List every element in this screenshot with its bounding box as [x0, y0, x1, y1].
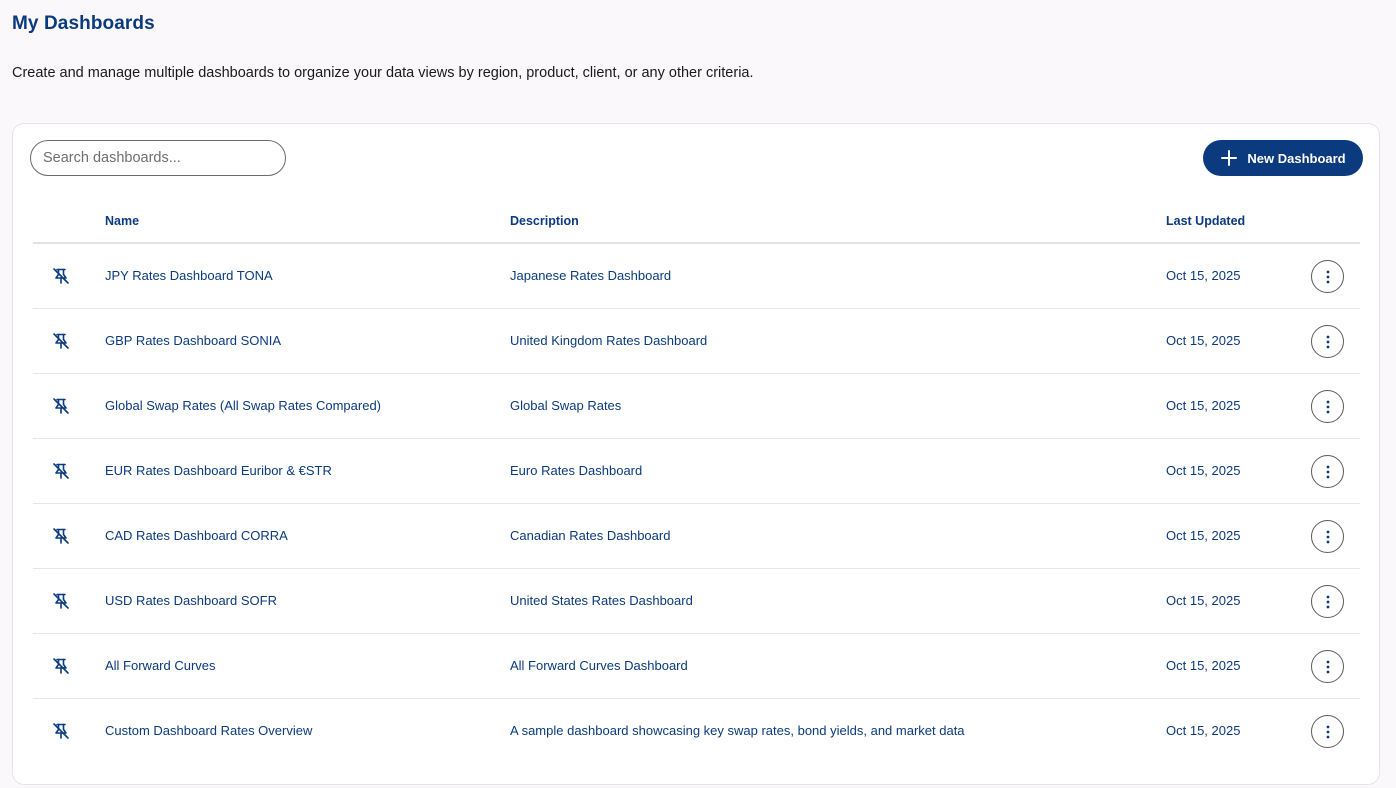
dashboard-last-updated: Oct 15, 2025	[1166, 398, 1241, 413]
more-vertical-icon	[1326, 595, 1329, 608]
pin-off-icon[interactable]	[51, 656, 71, 676]
table-row[interactable]: EUR Rates Dashboard Euribor & €STR Euro …	[33, 439, 1360, 504]
dashboard-name[interactable]: USD Rates Dashboard SOFR	[105, 593, 277, 608]
pin-off-icon[interactable]	[51, 461, 71, 481]
pin-off-icon[interactable]	[51, 591, 71, 611]
table-body: JPY Rates Dashboard TONA Japanese Rates …	[33, 244, 1360, 764]
column-header-name[interactable]: Name	[105, 214, 139, 228]
dashboard-last-updated: Oct 15, 2025	[1166, 528, 1241, 543]
new-dashboard-label: New Dashboard	[1247, 150, 1346, 166]
dashboard-last-updated: Oct 15, 2025	[1166, 723, 1241, 738]
row-actions-button[interactable]	[1311, 585, 1344, 618]
pin-off-icon[interactable]	[51, 266, 71, 286]
page-title: My Dashboards	[12, 13, 155, 34]
dashboard-description: Euro Rates Dashboard	[510, 463, 643, 478]
dashboard-name[interactable]: Global Swap Rates (All Swap Rates Compar…	[105, 398, 381, 413]
dashboard-last-updated: Oct 15, 2025	[1166, 268, 1241, 283]
new-dashboard-button[interactable]: New Dashboard	[1203, 140, 1363, 176]
more-vertical-icon	[1326, 270, 1329, 283]
dashboard-name[interactable]: JPY Rates Dashboard TONA	[105, 268, 273, 283]
dashboard-last-updated: Oct 15, 2025	[1166, 333, 1241, 348]
dashboard-description: Japanese Rates Dashboard	[510, 268, 672, 283]
row-actions-button[interactable]	[1311, 325, 1344, 358]
dashboard-name[interactable]: Custom Dashboard Rates Overview	[105, 723, 312, 738]
table-header: Name Description Last Updated	[33, 204, 1360, 244]
row-actions-button[interactable]	[1311, 520, 1344, 553]
pin-off-icon[interactable]	[51, 331, 71, 351]
table-row[interactable]: GBP Rates Dashboard SONIA United Kingdom…	[33, 309, 1360, 374]
table-row[interactable]: CAD Rates Dashboard CORRA Canadian Rates…	[33, 504, 1360, 569]
dashboard-description: All Forward Curves Dashboard	[510, 658, 688, 673]
table-row[interactable]: Custom Dashboard Rates Overview A sample…	[33, 699, 1360, 764]
dashboard-last-updated: Oct 15, 2025	[1166, 658, 1241, 673]
row-actions-button[interactable]	[1311, 455, 1344, 488]
dashboard-last-updated: Oct 15, 2025	[1166, 593, 1241, 608]
more-vertical-icon	[1326, 400, 1329, 413]
search-input[interactable]	[30, 140, 286, 176]
pin-off-icon[interactable]	[51, 721, 71, 741]
dashboard-last-updated: Oct 15, 2025	[1166, 463, 1241, 478]
dashboard-description: Canadian Rates Dashboard	[510, 528, 671, 543]
pin-off-icon[interactable]	[51, 396, 71, 416]
pin-off-icon[interactable]	[51, 526, 71, 546]
dashboard-description: United Kingdom Rates Dashboard	[510, 333, 708, 348]
dashboard-description: Global Swap Rates	[510, 398, 622, 413]
dashboard-name[interactable]: All Forward Curves	[105, 658, 216, 673]
table-row[interactable]: Global Swap Rates (All Swap Rates Compar…	[33, 374, 1360, 439]
dashboard-description: United States Rates Dashboard	[510, 593, 693, 608]
row-actions-button[interactable]	[1311, 715, 1344, 748]
more-vertical-icon	[1326, 465, 1329, 478]
dashboards-table: Name Description Last Updated JPY Rates …	[33, 204, 1360, 764]
column-header-last-updated[interactable]: Last Updated	[1166, 214, 1245, 228]
more-vertical-icon	[1326, 335, 1329, 348]
row-actions-button[interactable]	[1311, 260, 1344, 293]
page-subtitle: Create and manage multiple dashboards to…	[12, 65, 754, 81]
table-row[interactable]: USD Rates Dashboard SOFR United States R…	[33, 569, 1360, 634]
row-actions-button[interactable]	[1311, 650, 1344, 683]
plus-icon	[1221, 150, 1238, 166]
more-vertical-icon	[1326, 725, 1329, 738]
dashboard-name[interactable]: GBP Rates Dashboard SONIA	[105, 333, 281, 348]
dashboards-card: New Dashboard Name Description Last Upda…	[12, 123, 1380, 785]
dashboard-description: A sample dashboard showcasing key swap r…	[510, 723, 965, 738]
dashboard-name[interactable]: CAD Rates Dashboard CORRA	[105, 528, 288, 543]
row-actions-button[interactable]	[1311, 390, 1344, 423]
dashboard-name[interactable]: EUR Rates Dashboard Euribor & €STR	[105, 463, 332, 478]
more-vertical-icon	[1326, 660, 1329, 673]
column-header-description[interactable]: Description	[510, 214, 579, 228]
table-row[interactable]: All Forward Curves All Forward Curves Da…	[33, 634, 1360, 699]
more-vertical-icon	[1326, 530, 1329, 543]
table-row[interactable]: JPY Rates Dashboard TONA Japanese Rates …	[33, 244, 1360, 309]
